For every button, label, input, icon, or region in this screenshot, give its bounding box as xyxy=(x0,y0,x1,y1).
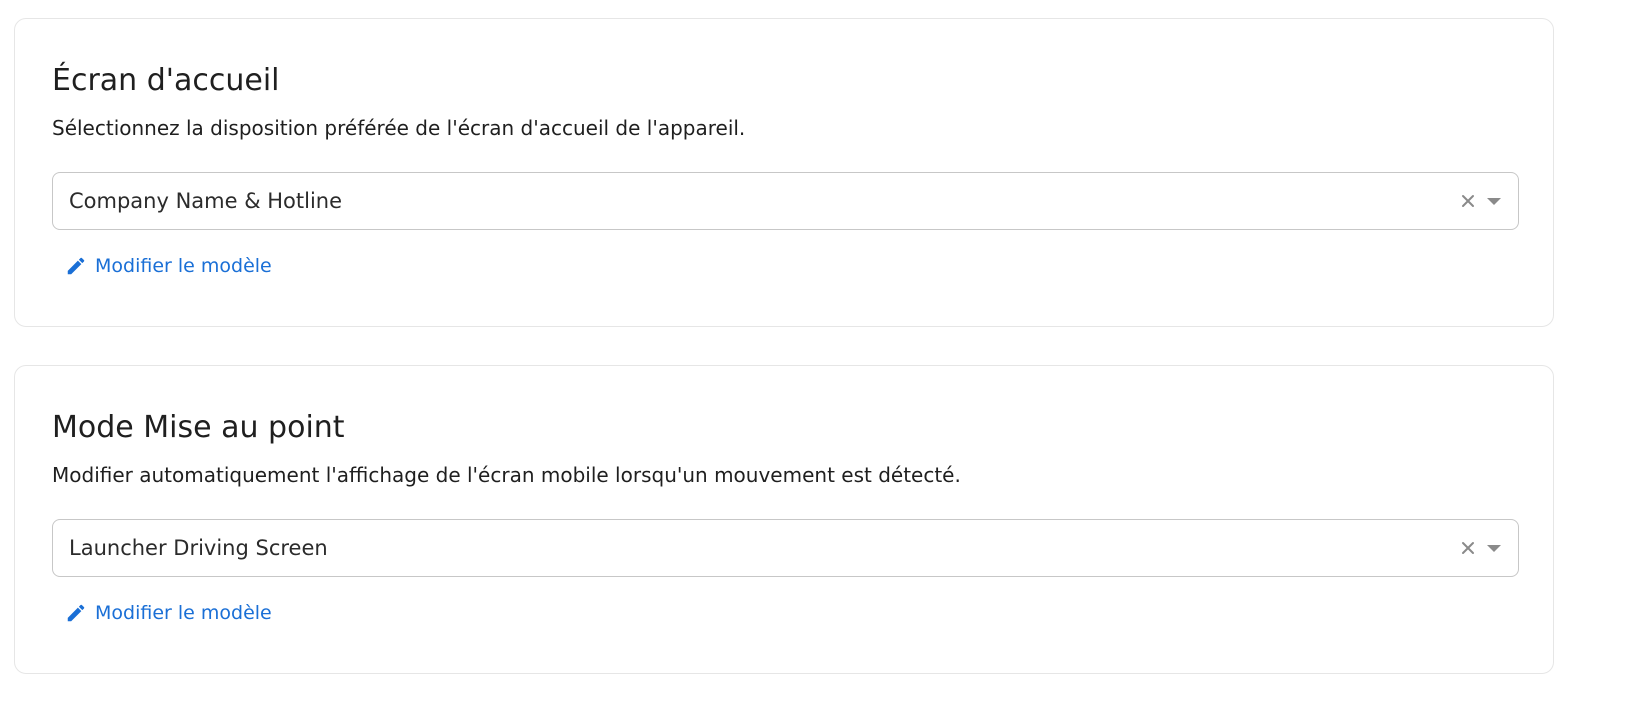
home-screen-select[interactable]: Company Name & Hotline xyxy=(52,172,1519,230)
pencil-icon xyxy=(65,255,87,277)
close-icon[interactable] xyxy=(1458,191,1478,211)
focus-mode-title: Mode Mise au point xyxy=(52,410,345,445)
focus-mode-select[interactable]: Launcher Driving Screen xyxy=(52,519,1519,577)
focus-mode-select-value: Launcher Driving Screen xyxy=(69,536,328,560)
home-screen-title: Écran d'accueil xyxy=(52,63,280,98)
chevron-down-icon[interactable] xyxy=(1484,191,1504,211)
edit-template-label: Modifier le modèle xyxy=(95,602,272,624)
pencil-icon xyxy=(65,602,87,624)
edit-template-label: Modifier le modèle xyxy=(95,255,272,277)
focus-mode-card: Mode Mise au point Modifier automatiquem… xyxy=(14,365,1554,674)
close-icon[interactable] xyxy=(1458,538,1478,558)
focus-mode-description: Modifier automatiquement l'affichage de … xyxy=(52,463,961,487)
home-screen-card: Écran d'accueil Sélectionnez la disposit… xyxy=(14,18,1554,327)
home-screen-description: Sélectionnez la disposition préférée de … xyxy=(52,116,746,140)
home-screen-select-value: Company Name & Hotline xyxy=(69,189,343,213)
edit-template-link[interactable]: Modifier le modèle xyxy=(65,253,272,279)
chevron-down-icon[interactable] xyxy=(1484,538,1504,558)
edit-template-link[interactable]: Modifier le modèle xyxy=(65,600,272,626)
